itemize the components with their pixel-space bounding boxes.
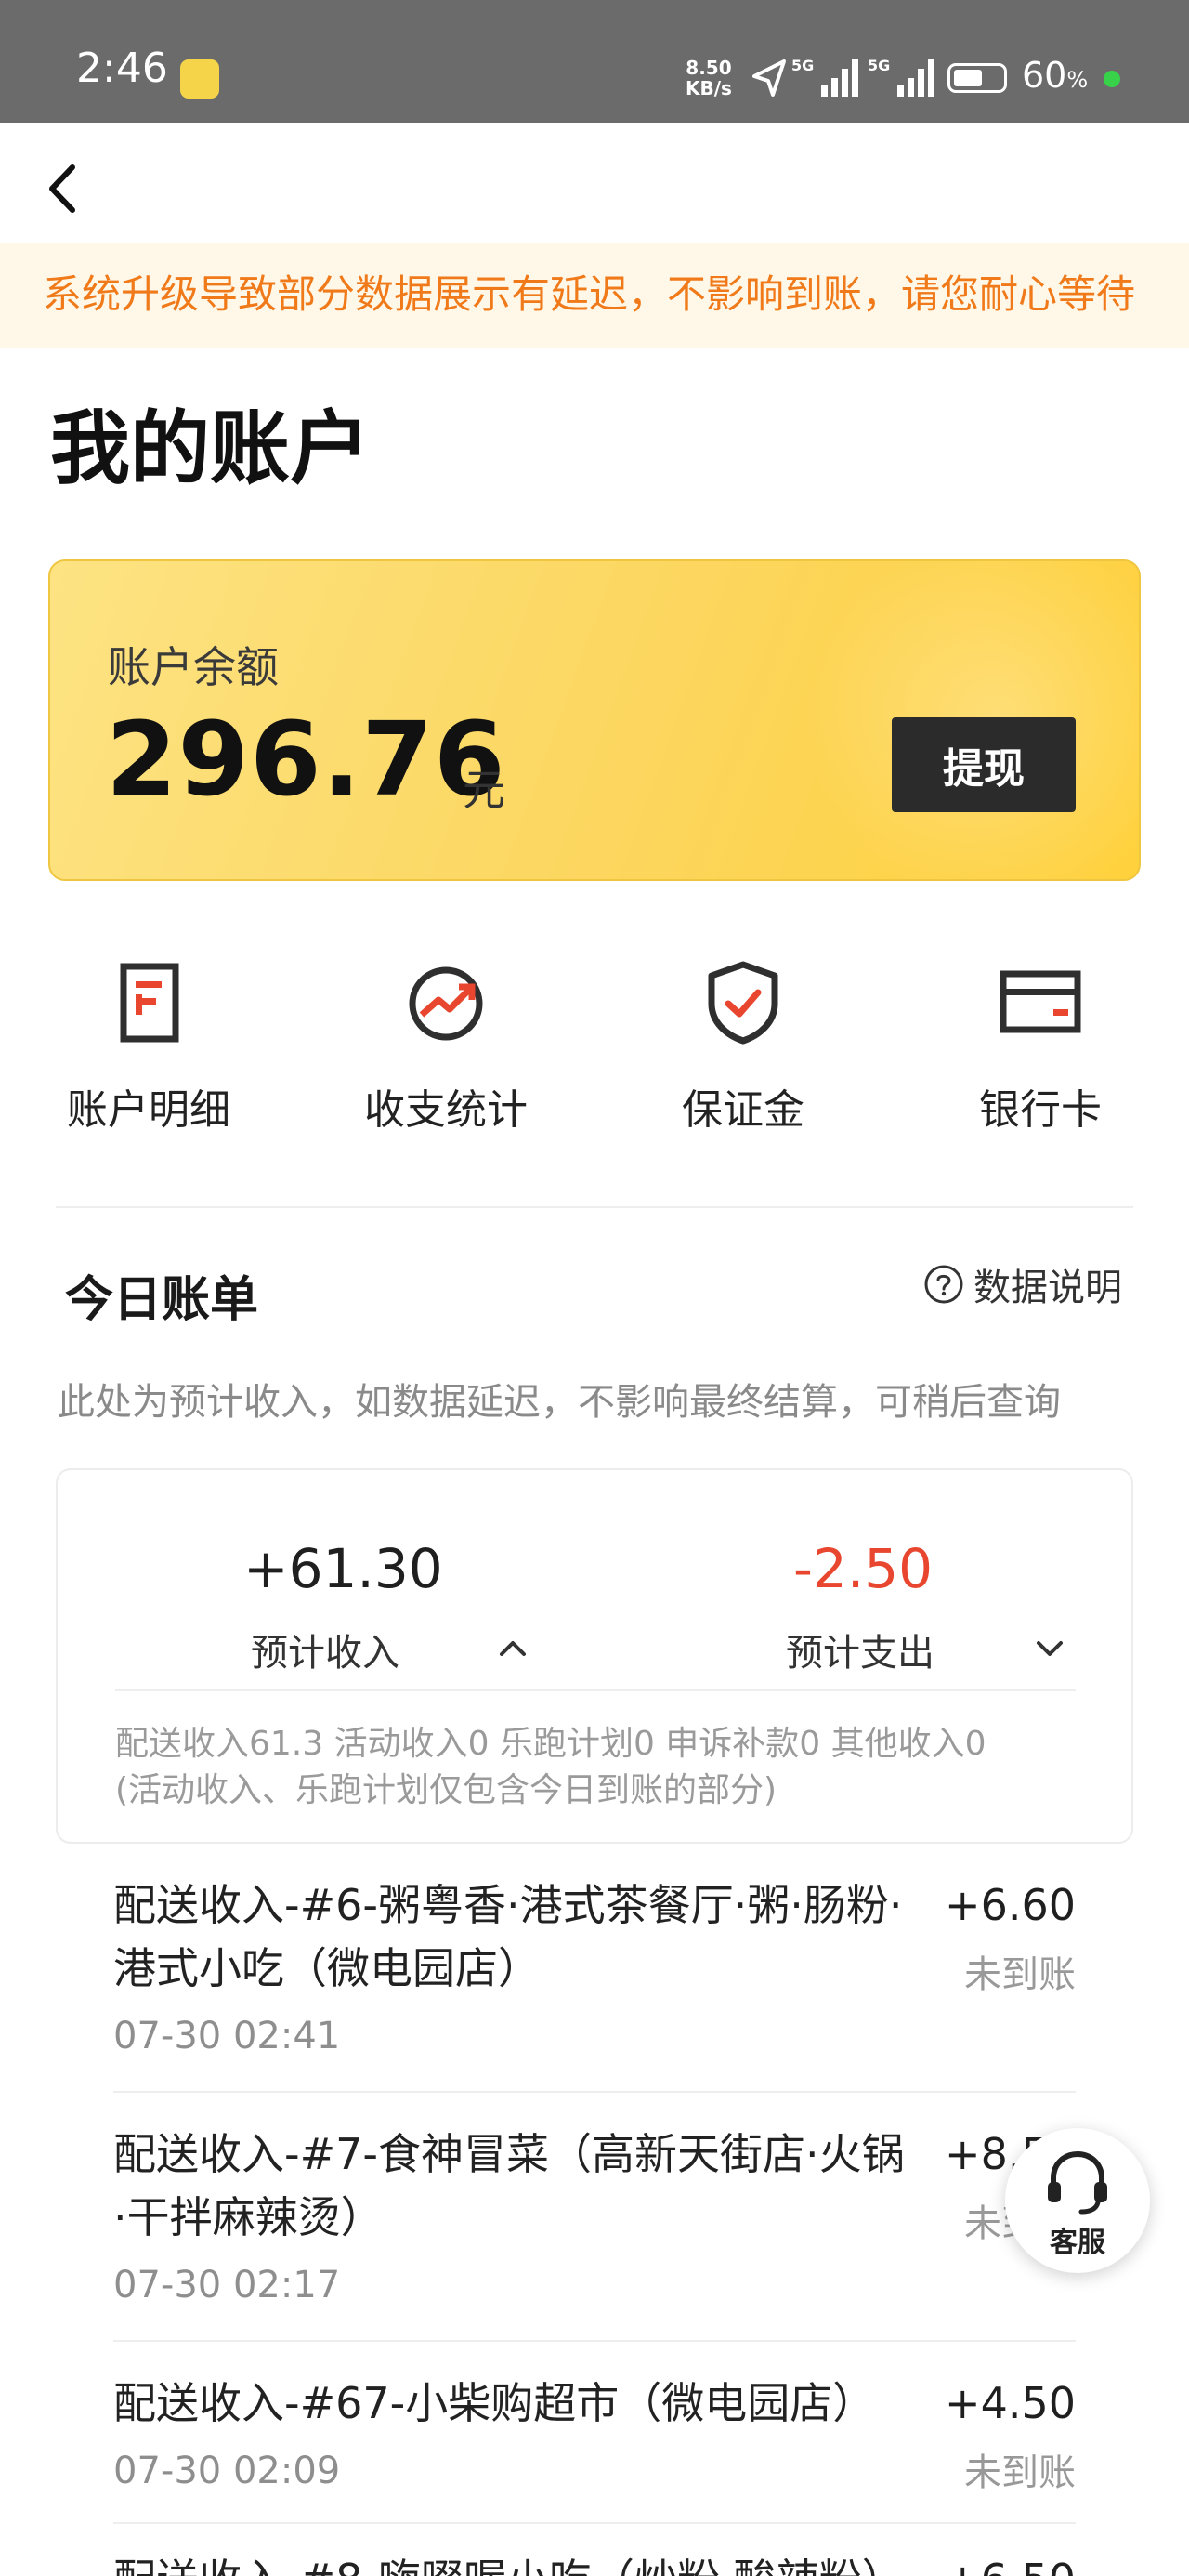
customer-service-label: 客服	[1050, 2227, 1105, 2259]
row-divider	[113, 2340, 1076, 2342]
status-time: 2:46	[76, 45, 168, 92]
summary-divider	[115, 1689, 1076, 1691]
income-label[interactable]: 预计收入	[251, 1623, 399, 1676]
balance-unit: 元	[463, 765, 505, 815]
transaction-title: 配送收入-#7-食神冒菜（高新天街店·火锅·干拌麻辣烫）	[113, 2129, 905, 2242]
signal-label-2: 5G	[868, 57, 890, 74]
today-hint: 此处为预计收入，如数据延迟，不影响最终结算，可稍后查询	[58, 1381, 1061, 1424]
quick-item-deposit[interactable]: 保证金	[594, 955, 892, 1141]
network-speed-unit: KB/s	[686, 77, 732, 99]
today-bill-title: 今日账单	[65, 1272, 259, 1328]
quick-item-label: 银行卡	[979, 1086, 1102, 1134]
quick-item-statistics[interactable]: 收支统计	[297, 955, 594, 1141]
headset-icon	[1048, 2150, 1107, 2215]
notice-banner[interactable]: 系统升级导致部分数据展示有延迟，不影响到账，请您耐心等待	[0, 243, 1189, 348]
balance-label: 账户余额	[108, 642, 279, 692]
transaction-row[interactable]: 配送收入-#6-粥粤香·港式茶餐厅·粥·肠粉·港式小吃（微电园店） 07-30 …	[113, 1873, 1076, 2113]
section-divider	[56, 1206, 1133, 1208]
transaction-time: 07-30 02:17	[113, 2264, 341, 2307]
today-summary-card: +61.30 预计收入 -2.50 预计支出 配送收入61.3 活动收入0 乐跑…	[56, 1468, 1133, 1844]
row-divider	[113, 2091, 1076, 2093]
network-speed: 8.50 KB/s	[686, 58, 732, 99]
expense-value: -2.50	[793, 1537, 934, 1600]
question-circle-icon	[924, 1265, 963, 1304]
chevron-up-icon[interactable]	[494, 1630, 531, 1667]
transaction-status: 未到账	[964, 2451, 1076, 2494]
income-breakdown: 配送收入61.3 活动收入0 乐跑计划0 申诉补款0 其他收入0 (活动收入、乐…	[115, 1721, 1081, 1814]
status-bar: 2:46 8.50 KB/s 5G 5G 60%	[0, 0, 1189, 123]
income-breakdown-note: (活动收入、乐跑计划仅包含今日到账的部分)	[115, 1771, 777, 1809]
status-dot	[1104, 71, 1120, 87]
signal-label: 5G	[791, 57, 814, 74]
transaction-amount: +6.50	[945, 2548, 1076, 2576]
signal-5g-icon-2: 5G	[868, 57, 934, 97]
transaction-time: 07-30 02:09	[113, 2450, 341, 2492]
trend-icon	[409, 966, 483, 1041]
transaction-title: 配送收入-#6-粥粤香·港式茶餐厅·粥·肠粉·港式小吃（微电园店）	[113, 1880, 903, 1993]
income-breakdown-line: 配送收入61.3 活动收入0 乐跑计划0 申诉补款0 其他收入0	[115, 1725, 986, 1763]
transaction-amount: +6.60	[945, 1880, 1076, 1930]
bank-card-icon	[1000, 970, 1081, 1033]
quick-item-bank-card[interactable]: 银行卡	[892, 955, 1189, 1141]
transaction-time: 07-30 02:41	[113, 2015, 341, 2057]
withdraw-button[interactable]: 提现	[892, 717, 1076, 812]
quick-item-account-detail[interactable]: 账户明细	[0, 955, 297, 1141]
page-title: 我的账户	[50, 402, 370, 495]
battery-percent: 60%	[1022, 55, 1089, 96]
balance-amount: 296.76	[106, 700, 506, 819]
transaction-title: 配送收入-#67-小柴购超市（微电园店）	[113, 2378, 876, 2428]
battery-icon	[947, 63, 1007, 93]
transaction-title: 配送收入-#8-嗨啜喔小吃（炒粉·酸辣粉）	[113, 2548, 912, 2576]
quick-item-label: 收支统计	[364, 1086, 528, 1134]
network-speed-value: 8.50	[686, 57, 732, 79]
transaction-row[interactable]: 配送收入-#67-小柴购超市（微电园店） 07-30 02:09 +4.50 未…	[113, 2372, 1076, 2548]
chevron-down-icon[interactable]	[1031, 1630, 1068, 1667]
data-explanation-link[interactable]: 数据说明	[923, 1258, 1122, 1310]
notice-banner-text: 系统升级导致部分数据展示有延迟，不影响到账，请您耐心等待	[43, 271, 1136, 317]
transaction-row[interactable]: 配送收入-#7-食神冒菜（高新天街店·火锅·干拌麻辣烫） 07-30 02:17…	[113, 2123, 1076, 2362]
customer-service-button[interactable]: 客服	[1005, 2128, 1150, 2273]
transaction-status: 未到账	[964, 1953, 1076, 1996]
location-arrow-icon	[752, 59, 786, 97]
income-value: +61.30	[243, 1537, 443, 1600]
shield-check-icon	[708, 961, 778, 1045]
row-divider	[113, 2522, 1076, 2524]
document-icon	[120, 963, 179, 1043]
expense-label[interactable]: 预计支出	[786, 1623, 934, 1676]
data-explanation-label: 数据说明	[973, 1267, 1122, 1309]
balance-card: 账户余额 296.76 元 提现	[48, 559, 1141, 881]
quick-item-label: 账户明细	[67, 1086, 230, 1134]
transaction-amount: +4.50	[945, 2378, 1076, 2428]
back-arrow-icon[interactable]	[41, 160, 87, 217]
notification-app-icon	[180, 59, 219, 99]
signal-5g-icon: 5G	[791, 57, 858, 97]
quick-menu: 账户明细 收支统计 保证金 银行卡	[0, 955, 1189, 1141]
quick-item-label: 保证金	[682, 1086, 804, 1134]
transaction-row[interactable]: 配送收入-#8-嗨啜喔小吃（炒粉·酸辣粉） +6.50	[113, 2548, 1076, 2576]
